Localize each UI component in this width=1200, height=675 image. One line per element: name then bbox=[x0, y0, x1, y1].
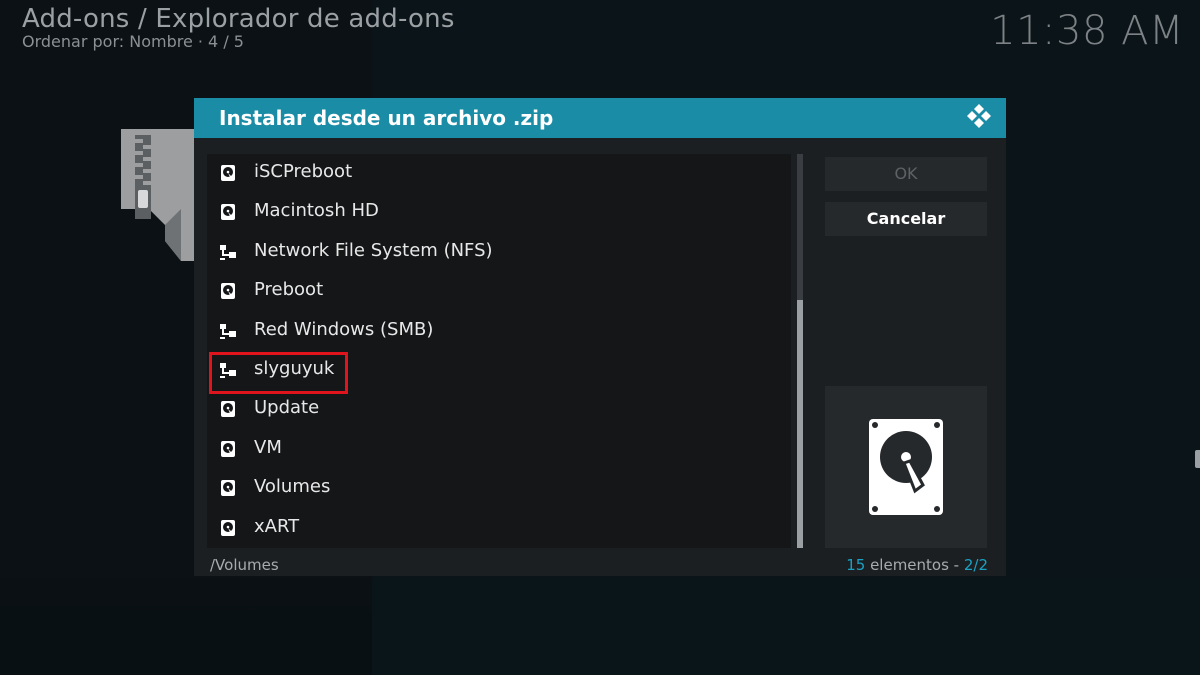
network-icon bbox=[220, 323, 236, 339]
dialog-header: Instalar desde un archivo .zip bbox=[194, 98, 1006, 138]
sort-info: Ordenar por: Nombre · 4 / 5 bbox=[22, 32, 244, 51]
item-count-text: elementos - bbox=[865, 556, 964, 574]
clock: 11:38 AM bbox=[990, 8, 1184, 54]
dialog-title: Instalar desde un archivo .zip bbox=[219, 106, 554, 130]
list-item[interactable]: Red Windows (SMB) bbox=[207, 312, 791, 351]
source-list: iSCPreboot Macintosh HD Network File Syste… bbox=[207, 154, 791, 548]
list-item[interactable]: Update bbox=[207, 390, 791, 429]
zip-file-icon bbox=[121, 129, 195, 261]
hard-drive-icon bbox=[220, 165, 236, 181]
current-path: /Volumes bbox=[210, 556, 279, 574]
list-item-label: Network File System (NFS) bbox=[254, 239, 493, 261]
page-indicator: 2/2 bbox=[963, 556, 988, 574]
item-count-number: 15 bbox=[846, 556, 866, 574]
hard-drive-icon bbox=[220, 519, 236, 536]
ok-button[interactable]: OK bbox=[825, 157, 987, 191]
list-item-label: iSCPreboot bbox=[254, 161, 353, 182]
page-title: Add-ons / Explorador de add-ons bbox=[22, 4, 455, 34]
list-item[interactable]: Macintosh HD bbox=[207, 193, 791, 232]
list-item-label: Volumes bbox=[254, 476, 331, 498]
hard-drive-icon bbox=[220, 204, 236, 221]
list-item-label: VM bbox=[254, 436, 282, 458]
preview-panel bbox=[825, 386, 987, 548]
side-menu-handle[interactable] bbox=[1195, 450, 1200, 468]
list-item[interactable]: Preboot bbox=[207, 272, 791, 311]
item-count: 15 elementos - 2/2 bbox=[846, 556, 988, 574]
list-item-label: Update bbox=[254, 397, 320, 419]
list-item[interactable]: Network File System (NFS) bbox=[207, 233, 791, 272]
hard-drive-icon bbox=[220, 440, 236, 457]
list-item[interactable]: VM bbox=[207, 430, 791, 469]
background-bottom-right bbox=[372, 578, 1200, 675]
list-item-label: xART bbox=[254, 515, 300, 537]
hard-drive-icon bbox=[869, 419, 943, 515]
selection-highlight bbox=[209, 352, 348, 394]
kodi-logo-icon bbox=[967, 104, 991, 128]
cancel-button[interactable]: Cancelar bbox=[825, 202, 987, 236]
network-icon bbox=[220, 244, 236, 260]
hard-drive-icon bbox=[220, 283, 236, 300]
hard-drive-icon bbox=[220, 480, 236, 497]
install-zip-dialog: Instalar desde un archivo .zip iSCPreboo… bbox=[194, 98, 1006, 576]
list-item-label: Preboot bbox=[254, 279, 324, 301]
list-item[interactable]: xART bbox=[207, 509, 791, 548]
list-item-label: Macintosh HD bbox=[254, 200, 379, 222]
list-item-label: Red Windows (SMB) bbox=[254, 318, 434, 340]
list-item[interactable]: Volumes bbox=[207, 469, 791, 508]
scrollbar-thumb[interactable] bbox=[797, 300, 803, 548]
list-item[interactable]: iSCPreboot bbox=[207, 154, 791, 193]
hard-drive-icon bbox=[220, 401, 236, 418]
